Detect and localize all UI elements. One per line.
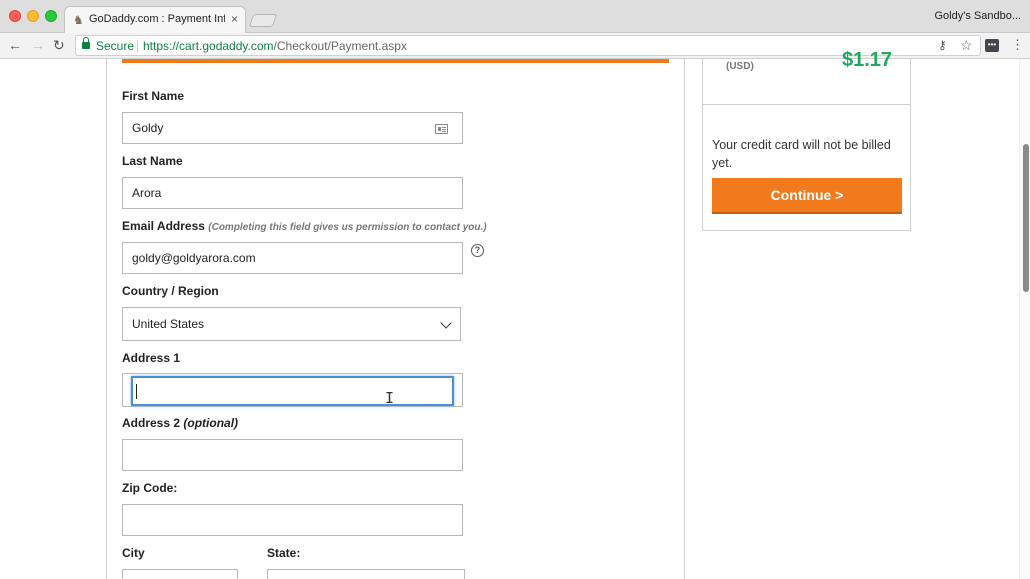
- page-scrollbar[interactable]: [1019, 59, 1030, 579]
- email-label: Email Address (Completing this field giv…: [122, 219, 487, 233]
- content-left-border: [106, 59, 107, 579]
- close-window-button[interactable]: [9, 10, 21, 22]
- browser-titlebar: ♞ GoDaddy.com : Payment Information × Go…: [0, 0, 1030, 33]
- address2-field[interactable]: [122, 439, 463, 471]
- total-price: $1.17: [842, 49, 893, 71]
- chevron-down-icon: [440, 317, 452, 329]
- help-icon[interactable]: ?: [471, 244, 484, 257]
- address2-label-text: Address 2: [122, 416, 181, 430]
- minimize-window-button[interactable]: [27, 10, 39, 22]
- state-label: State:: [267, 546, 301, 560]
- state-select[interactable]: [267, 569, 465, 579]
- first-name-field[interactable]: Goldy: [122, 112, 463, 144]
- billing-note: Your credit card will not be billed yet.: [712, 138, 891, 170]
- country-value: United States: [132, 317, 205, 331]
- email-value: goldy@goldyarora.com: [132, 251, 256, 265]
- email-label-text: Email Address: [122, 219, 205, 233]
- zip-label: Zip Code:: [122, 481, 178, 495]
- scrollbar-thumb[interactable]: [1023, 144, 1029, 292]
- city-label: City: [122, 546, 145, 560]
- forward-arrow-icon[interactable]: →: [31, 36, 45, 54]
- address1-label: Address 1: [122, 351, 181, 365]
- address2-label: Address 2 (optional): [122, 416, 238, 430]
- zoom-window-button[interactable]: [45, 10, 57, 22]
- browser-tab[interactable]: ♞ GoDaddy.com : Payment Information ×: [64, 6, 246, 33]
- tab-close-icon[interactable]: ×: [231, 12, 238, 26]
- url-path: /Checkout/Payment.aspx: [273, 39, 407, 53]
- address-separator: [137, 40, 138, 53]
- content-divider: [684, 59, 685, 579]
- first-name-value: Goldy: [132, 121, 164, 135]
- email-field[interactable]: goldy@goldyarora.com: [122, 242, 463, 274]
- contact-card-icon[interactable]: [435, 124, 448, 134]
- address1-field[interactable]: I: [122, 373, 463, 407]
- section-accent-bar: [122, 59, 669, 63]
- order-summary-panel: (USD) $1.17 Your credit card will not be…: [702, 49, 911, 231]
- profile-name[interactable]: Goldy's Sandbo...: [935, 10, 1022, 22]
- address1-input-focused[interactable]: I: [131, 376, 454, 407]
- last-name-label: Last Name: [122, 154, 183, 168]
- text-cursor-icon: I: [385, 389, 395, 407]
- new-tab-button[interactable]: [248, 14, 278, 27]
- email-hint: (Completing this field gives us permissi…: [208, 222, 487, 233]
- url-host: https://cart.godaddy.com: [143, 39, 274, 53]
- text-caret: [136, 384, 137, 399]
- first-name-label: First Name: [122, 89, 185, 103]
- last-name-field[interactable]: Arora: [122, 177, 463, 209]
- url-text[interactable]: https://cart.godaddy.com/Checkout/Paymen…: [143, 39, 407, 53]
- summary-divider: [703, 104, 910, 105]
- godaddy-favicon-icon: ♞: [73, 13, 84, 27]
- extension-icon[interactable]: •••: [985, 39, 999, 52]
- key-icon[interactable]: ⚷: [938, 38, 947, 52]
- secure-label: Secure: [96, 39, 135, 53]
- back-arrow-icon[interactable]: ←: [8, 36, 22, 54]
- country-label: Country / Region: [122, 284, 219, 298]
- reload-icon[interactable]: ↻: [53, 36, 65, 54]
- tab-title: GoDaddy.com : Payment Information: [89, 13, 225, 25]
- lock-icon: [82, 37, 90, 49]
- page-content: First Name Goldy Last Name Arora Email A…: [0, 49, 1030, 579]
- currency-label: (USD): [726, 61, 754, 72]
- browser-menu-icon[interactable]: ⋮: [1011, 37, 1024, 53]
- country-select[interactable]: United States: [122, 307, 461, 341]
- bookmark-star-icon[interactable]: ☆: [960, 37, 973, 54]
- address2-optional: (optional): [183, 416, 239, 430]
- city-field[interactable]: [122, 569, 238, 579]
- continue-button[interactable]: Continue >: [712, 178, 902, 214]
- last-name-value: Arora: [132, 186, 162, 200]
- zip-field[interactable]: [122, 504, 463, 536]
